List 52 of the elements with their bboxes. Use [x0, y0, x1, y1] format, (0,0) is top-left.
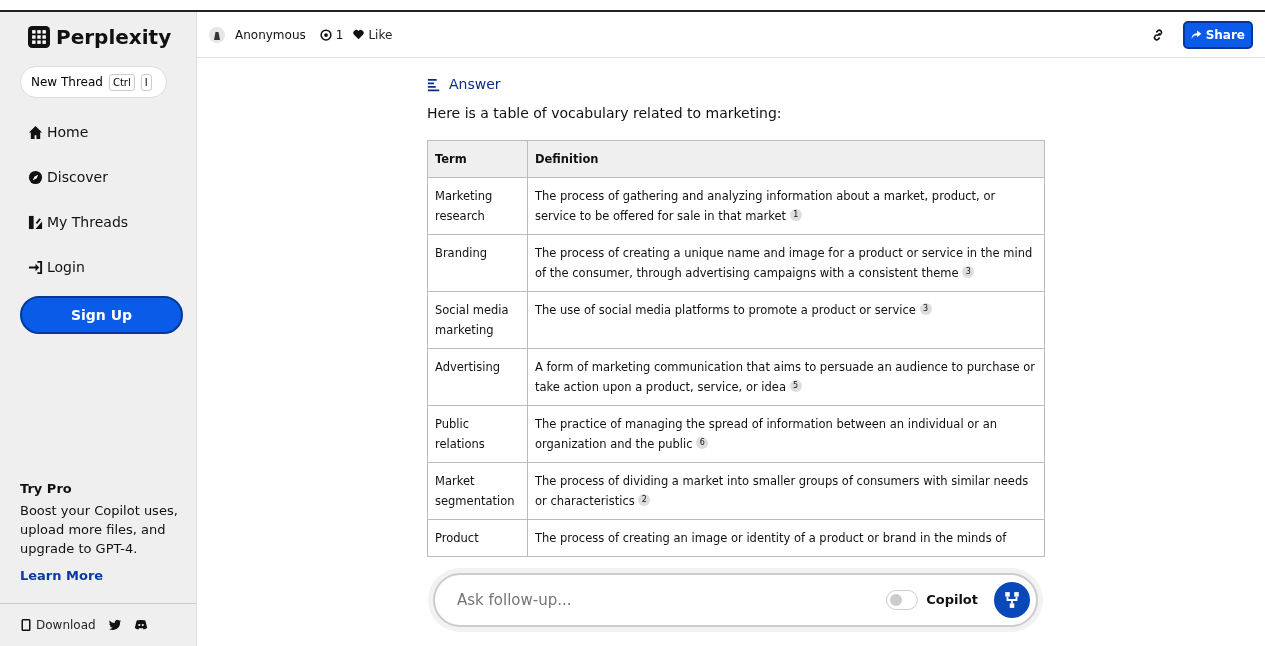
copilot-button[interactable]: [994, 582, 1030, 618]
fork-icon: [1003, 591, 1021, 609]
eye-icon: [319, 28, 332, 41]
download-link[interactable]: Download: [20, 616, 96, 634]
phone-icon: [20, 618, 32, 632]
view-count: 1: [319, 25, 344, 44]
threads-icon: [28, 215, 43, 230]
sidebar-item[interactable]: Discover: [20, 167, 184, 188]
column-header: Definition: [527, 140, 1045, 178]
author-name: Anonymous: [235, 26, 306, 44]
new-thread-button[interactable]: New Thread Ctrl I: [20, 66, 167, 98]
share-arrow-icon: [1190, 29, 1202, 40]
like-button[interactable]: Like: [353, 25, 393, 44]
compass-icon: [28, 170, 43, 185]
home-icon: [28, 125, 43, 140]
term-cell: Advertising: [427, 348, 528, 406]
sidebar-item[interactable]: Home: [20, 122, 184, 143]
twitter-icon: [107, 618, 122, 632]
list-icon: [427, 77, 441, 92]
discord-icon: [133, 618, 148, 632]
definition-cell: A form of marketing communication that aims to persuade an audience to purchase or take action upon a product, service, or idea $^{5}$: [527, 348, 1045, 406]
term-cell: Branding: [427, 234, 528, 292]
heart-icon: [353, 29, 365, 40]
sidebar-item[interactable]: Login: [20, 257, 184, 278]
promo-title: Try Pro: [20, 480, 73, 498]
sign-up-button[interactable]: Sign Up: [20, 296, 183, 334]
term-cell: Product: [427, 519, 528, 557]
definition-cell: The use of social media platforms to promote a product or service $^{3}$: [527, 291, 1045, 349]
definition-cell: The process of dividing a market into smaller groups of consumers with similar needs or characteristics $^{2}$: [527, 462, 1045, 520]
term-cell: Market segmentation: [427, 462, 528, 520]
brand-name: Perplexity: [56, 24, 172, 51]
term-cell: Marketing research: [427, 177, 528, 235]
term-cell: Public relations: [427, 405, 528, 463]
definition-cell: The practice of managing the spread of information between an individual or an organization and the public $^{6}$: [527, 405, 1045, 463]
copilot-label: Copilot: [926, 591, 978, 610]
copilot-toggle[interactable]: [886, 590, 919, 610]
section-heading: Answer: [449, 75, 501, 94]
definition-cell: The process of creating an image or identity of a product or brand in the minds of: [527, 519, 1045, 557]
term-cell: Social media marketing: [427, 291, 528, 349]
sidebar-item[interactable]: My Threads: [20, 212, 184, 233]
definition-cell: The process of creating a unique name and image for a product or service in the mind of the consumer, through advertising campaigns with a consistent theme $^{3}$: [527, 234, 1045, 292]
avatar-icon: [209, 26, 225, 43]
logo-icon: [28, 26, 50, 48]
definition-cell: The process of gathering and analyzing information about a market, product, or service to be offered for sale in that market $^{1}$: [527, 177, 1045, 235]
login-icon: [28, 260, 43, 275]
promo-text: Boost your Copilot uses, upload more files, and upgrade to GPT-4.: [20, 501, 179, 558]
key-hint: Ctrl: [108, 73, 135, 91]
key-hint: I: [140, 73, 152, 91]
intro-text: Here is a table of vocabulary related to marketing:: [427, 104, 783, 123]
learn-more-link[interactable]: Learn More: [20, 565, 104, 585]
column-header: Term: [427, 140, 528, 178]
share-button[interactable]: Share: [1182, 20, 1253, 49]
